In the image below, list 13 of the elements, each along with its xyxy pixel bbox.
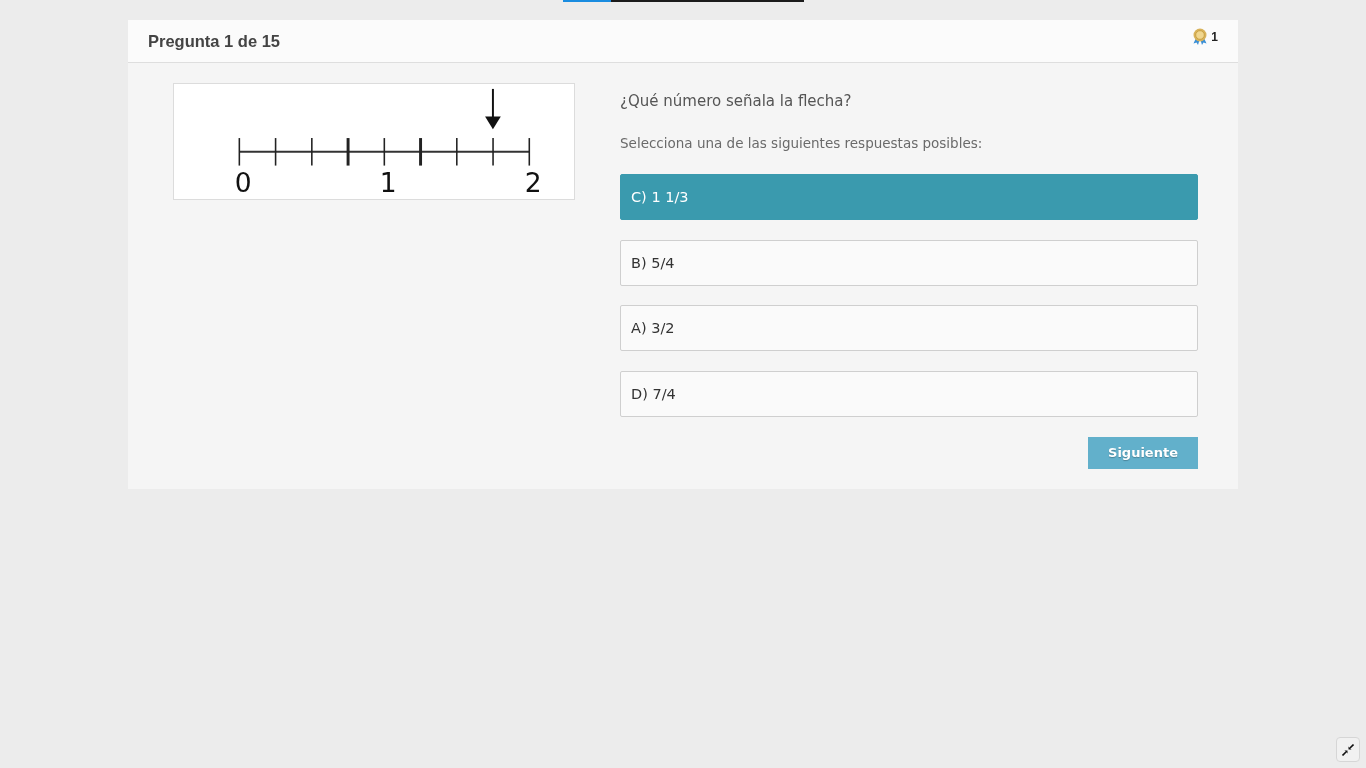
answer-option[interactable]: B) 5/4 — [620, 239, 1198, 286]
collapse-button[interactable] — [1336, 737, 1360, 762]
compress-arrows-icon — [1342, 743, 1354, 756]
answer-option[interactable]: D) 7/4 — [620, 370, 1198, 417]
axis-label: 1 — [379, 167, 397, 199]
question-counter: Pregunta 1 de 15 — [148, 31, 281, 51]
answer-option[interactable]: A) 3/2 — [620, 305, 1198, 351]
points-count: 1 — [1211, 29, 1218, 44]
medal-icon — [1192, 28, 1209, 45]
axis-label: 2 — [524, 167, 542, 199]
instruction-text: Selecciona una de las siguientes respuestas posibles: — [620, 134, 984, 153]
question-text: ¿Qué número señala la flecha? — [620, 91, 853, 111]
axis-label: 0 — [234, 167, 252, 199]
